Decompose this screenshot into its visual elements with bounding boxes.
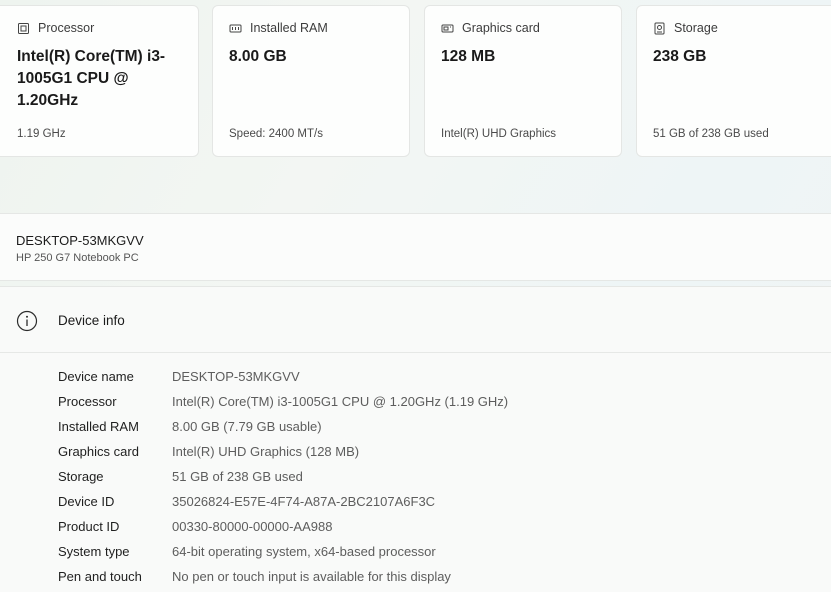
processor-card-header: Processor xyxy=(17,21,94,35)
storage-card-value: 238 GB xyxy=(653,48,707,65)
processor-card-sub: 1.19 GHz xyxy=(17,128,66,140)
spec-row-device-id: Device ID 35026824-E57E-4F74-A87A-2BC210… xyxy=(0,489,831,514)
spec-cards: Processor Intel(R) Core(TM) i3-1005G1 CP… xyxy=(0,5,831,159)
spec-row-product-id: Product ID 00330-80000-00000-AA988 xyxy=(0,514,831,539)
spec-label: Installed RAM xyxy=(58,419,139,434)
storage-icon xyxy=(653,22,666,35)
processor-card-value: Intel(R) Core(TM) i3-1005G1 CPU @ 1.20GH… xyxy=(17,48,166,109)
ram-card-sub: Speed: 2400 MT/s xyxy=(229,128,323,140)
spec-row-installed-ram: Installed RAM 8.00 GB (7.79 GB usable) xyxy=(0,414,831,439)
device-info-section: Device info Device name DESKTOP-53MKGVV … xyxy=(0,286,831,592)
graphics-card-icon xyxy=(441,22,454,35)
device-spec-list: Device name DESKTOP-53MKGVV Processor In… xyxy=(0,364,831,589)
spec-row-pen-and-touch: Pen and touch No pen or touch input is a… xyxy=(0,564,831,589)
spec-value[interactable]: 8.00 GB (7.79 GB usable) xyxy=(172,419,322,434)
storage-card-header: Storage xyxy=(653,21,718,35)
ram-card[interactable]: Installed RAM 8.00 GB Speed: 2400 MT/s xyxy=(212,5,410,157)
spec-label: Device name xyxy=(58,369,134,384)
processor-card[interactable]: Processor Intel(R) Core(TM) i3-1005G1 CP… xyxy=(0,5,199,157)
spec-row-storage: Storage 51 GB of 238 GB used xyxy=(0,464,831,489)
spec-value[interactable]: 51 GB of 238 GB used xyxy=(172,469,303,484)
spec-value[interactable]: No pen or touch input is available for t… xyxy=(172,569,451,584)
spec-value[interactable]: Intel(R) Core(TM) i3-1005G1 CPU @ 1.20GH… xyxy=(172,394,508,409)
spec-label: Processor xyxy=(58,394,117,409)
device-name-title: DESKTOP-53MKGVV xyxy=(16,233,144,248)
spec-row-processor: Processor Intel(R) Core(TM) i3-1005G1 CP… xyxy=(0,389,831,414)
info-icon xyxy=(16,310,38,332)
storage-card-title: Storage xyxy=(674,21,718,35)
ram-card-value: 8.00 GB xyxy=(229,48,287,65)
graphics-card-title: Graphics card xyxy=(462,21,540,35)
processor-icon xyxy=(17,22,30,35)
ram-card-header: Installed RAM xyxy=(229,21,328,35)
graphics-card-header: Graphics card xyxy=(441,21,540,35)
spec-value[interactable]: DESKTOP-53MKGVV xyxy=(172,369,300,384)
spec-row-graphics-card: Graphics card Intel(R) UHD Graphics (128… xyxy=(0,439,831,464)
storage-card[interactable]: Storage 238 GB 51 GB of 238 GB used xyxy=(636,5,831,157)
spec-value[interactable]: 64-bit operating system, x64-based proce… xyxy=(172,544,436,559)
spec-row-system-type: System type 64-bit operating system, x64… xyxy=(0,539,831,564)
spec-value[interactable]: 35026824-E57E-4F74-A87A-2BC2107A6F3C xyxy=(172,494,435,509)
device-name-panel[interactable]: DESKTOP-53MKGVV HP 250 G7 Notebook PC xyxy=(0,213,831,281)
ram-icon xyxy=(229,22,242,35)
ram-card-title: Installed RAM xyxy=(250,21,328,35)
spec-label: Pen and touch xyxy=(58,569,142,584)
graphics-card[interactable]: Graphics card 128 MB Intel(R) UHD Graphi… xyxy=(424,5,622,157)
spec-label: Product ID xyxy=(58,519,120,534)
graphics-card-value: 128 MB xyxy=(441,48,496,65)
device-model: HP 250 G7 Notebook PC xyxy=(16,252,139,264)
processor-card-title: Processor xyxy=(38,21,95,35)
spec-row-device-name: Device name DESKTOP-53MKGVV xyxy=(0,364,831,389)
spec-label: System type xyxy=(58,544,130,559)
spec-label: Device ID xyxy=(58,494,115,509)
storage-card-sub: 51 GB of 238 GB used xyxy=(653,128,769,140)
graphics-card-sub: Intel(R) UHD Graphics xyxy=(441,128,557,140)
spec-value[interactable]: Intel(R) UHD Graphics (128 MB) xyxy=(172,444,359,459)
device-info-header[interactable]: Device info xyxy=(0,287,831,353)
spec-value[interactable]: 00330-80000-00000-AA988 xyxy=(172,519,332,534)
spec-label: Storage xyxy=(58,469,104,484)
spec-label: Graphics card xyxy=(58,444,139,459)
device-info-title: Device info xyxy=(58,313,125,328)
